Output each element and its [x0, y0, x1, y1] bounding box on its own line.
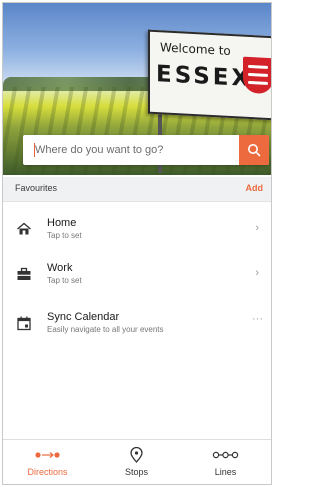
bottom-tab-bar: Directions Stops Lines	[3, 439, 271, 484]
briefcase-icon	[17, 267, 31, 280]
welcome-sign: Welcome to ESSEX	[148, 29, 271, 121]
app-screen: Welcome to ESSEX Favourites Add	[2, 2, 272, 485]
search-bar[interactable]	[23, 135, 269, 165]
favourites-header: Favourites Add	[3, 177, 271, 202]
favourite-subtitle: Easily navigate to all your events	[47, 325, 164, 334]
chevron-right-icon: ›	[255, 267, 259, 279]
tab-label: Stops	[124, 467, 148, 477]
tab-label: Directions	[27, 467, 68, 477]
calendar-icon	[17, 316, 31, 331]
search-button[interactable]	[239, 135, 269, 165]
favourite-work[interactable]: Work Tap to set ›	[3, 256, 271, 292]
search-icon	[248, 144, 261, 157]
home-icon	[17, 222, 31, 235]
search-input[interactable]	[35, 141, 225, 159]
tab-directions[interactable]: Directions	[3, 440, 92, 484]
directions-icon	[35, 452, 60, 458]
favourite-home[interactable]: Home Tap to set ›	[3, 211, 271, 247]
favourite-title: Work	[47, 262, 73, 274]
tab-stops[interactable]: Stops	[92, 440, 181, 484]
sync-calendar-item[interactable]: Sync Calendar Easily navigate to all you…	[3, 305, 271, 341]
tab-label: Lines	[214, 467, 237, 477]
favourite-subtitle: Tap to set	[47, 276, 82, 285]
stop-pin-icon	[130, 447, 143, 463]
essex-shield-emblem	[243, 56, 271, 95]
sign-county-text: ESSEX	[156, 61, 253, 93]
lines-icon	[212, 451, 239, 459]
header-image: Welcome to ESSEX	[3, 3, 271, 175]
tab-lines[interactable]: Lines	[181, 440, 270, 484]
more-options-icon[interactable]: ···	[252, 313, 263, 325]
favourites-title: Favourites	[15, 183, 58, 193]
favourite-title: Home	[47, 217, 77, 229]
sign-welcome-text: Welcome to	[160, 40, 231, 59]
favourite-title: Sync Calendar	[47, 311, 120, 323]
chevron-right-icon: ›	[255, 222, 259, 234]
add-favourite-button[interactable]: Add	[246, 183, 264, 193]
favourite-subtitle: Tap to set	[47, 231, 82, 240]
